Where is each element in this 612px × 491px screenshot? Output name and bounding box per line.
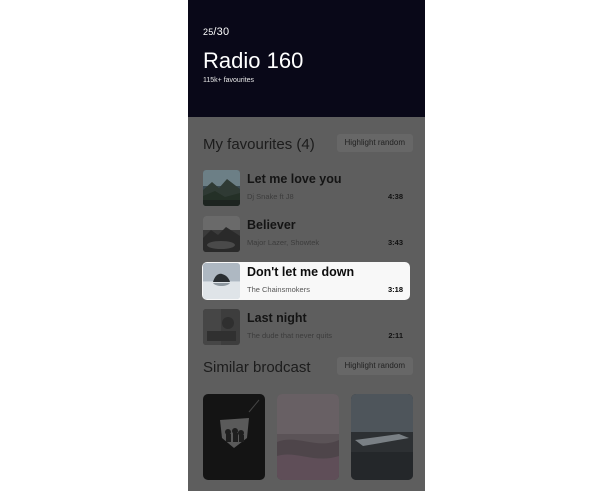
track-title: Don't let me down xyxy=(247,265,355,279)
similar-broadcast-card[interactable] xyxy=(203,394,265,480)
track-row[interactable]: Believer Major Lazer, Showtek 3:43 xyxy=(202,215,410,253)
station-header: 25/30 Radio 160 115k+ favourites xyxy=(188,0,425,117)
track-duration: 4:38 xyxy=(387,192,403,201)
highlight-random-favourites-button[interactable]: Highlight random xyxy=(336,134,413,152)
station-counter: 25/30 xyxy=(203,26,229,38)
counter-total: /30 xyxy=(213,26,230,38)
track-duration: 3:43 xyxy=(387,238,403,247)
counter-current: 25 xyxy=(203,27,214,37)
track-row[interactable]: Last night The dude that never quits 2:1… xyxy=(202,308,410,346)
track-title: Let me love you xyxy=(247,172,342,186)
similar-broadcast-card[interactable] xyxy=(277,394,339,480)
station-favourites-count: 115k+ favourites xyxy=(203,77,255,84)
app-screen: 25/30 Radio 160 115k+ favourites My favo… xyxy=(188,0,425,491)
track-title: Last night xyxy=(247,311,307,325)
album-art-night-thumbnail xyxy=(203,309,240,345)
album-art-island-thumbnail xyxy=(203,263,240,299)
similar-section-header: Similar brodcast Highlight random xyxy=(203,357,413,377)
track-artist: The dude that never quits xyxy=(247,331,333,340)
track-artist: The Chainsmokers xyxy=(247,285,310,294)
track-title: Believer xyxy=(247,218,296,232)
track-duration: 3:18 xyxy=(387,285,403,294)
favourites-heading: My favourites (4) xyxy=(203,136,315,153)
highlight-random-similar-button[interactable]: Highlight random xyxy=(336,357,413,375)
album-art-mountain-thumbnail xyxy=(203,170,240,206)
album-art-landscape-thumbnail xyxy=(203,216,240,252)
track-artist: Major Lazer, Showtek xyxy=(247,238,320,247)
track-duration: 2:11 xyxy=(388,331,403,340)
similar-heading: Similar brodcast xyxy=(203,359,311,376)
similar-broadcast-list xyxy=(203,394,413,480)
favourites-section-header: My favourites (4) Highlight random xyxy=(203,134,413,154)
similar-broadcast-card[interactable] xyxy=(351,394,413,480)
track-artist: Dj Snake ft J8 xyxy=(247,192,294,201)
track-row-highlighted[interactable]: Don't let me down The Chainsmokers 3:18 xyxy=(202,262,410,300)
station-title: Radio 160 xyxy=(203,48,304,73)
track-row[interactable]: Let me love you Dj Snake ft J8 4:38 xyxy=(202,169,410,207)
